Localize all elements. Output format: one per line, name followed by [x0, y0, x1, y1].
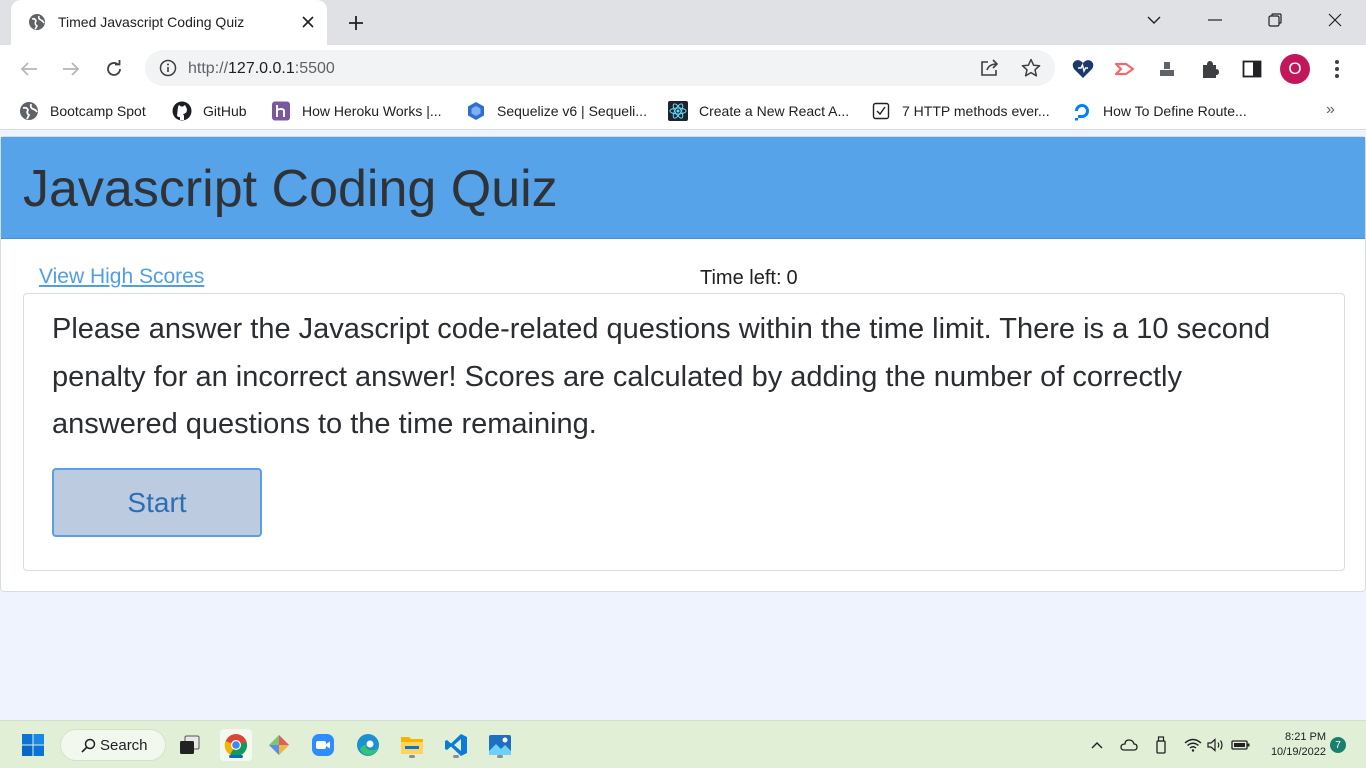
- bookmark-item[interactable]: How To Define Route...: [1072, 100, 1247, 122]
- heroku-icon: [271, 101, 291, 121]
- battery-icon[interactable]: [1230, 735, 1252, 755]
- clock-date: 10/19/2022: [1270, 746, 1326, 758]
- extension-arrow-icon[interactable]: [1112, 56, 1138, 82]
- zoom-taskbar-icon[interactable]: [307, 729, 339, 761]
- browser-tab[interactable]: Timed Javascript Coding Quiz: [11, 0, 327, 45]
- file-explorer-taskbar-icon[interactable]: [396, 729, 428, 761]
- extension-heart-icon[interactable]: [1070, 56, 1096, 82]
- open-indicator: [409, 755, 415, 758]
- start-button[interactable]: Start: [52, 468, 262, 537]
- page-title: Javascript Coding Quiz: [23, 160, 558, 218]
- chrome-taskbar-icon[interactable]: [220, 729, 252, 761]
- usb-device-icon[interactable]: [1150, 735, 1172, 755]
- browser-toolbar: http://127.0.0.1:5500 O: [0, 45, 1366, 92]
- taskbar-search[interactable]: Search: [60, 729, 166, 761]
- tab-strip: Timed Javascript Coding Quiz: [0, 0, 1366, 45]
- checkbox-icon: [871, 101, 891, 121]
- globe-icon: [28, 13, 46, 31]
- volume-icon[interactable]: [1205, 735, 1227, 755]
- bookmark-item[interactable]: Create a New React A...: [668, 100, 849, 122]
- digitalocean-icon: [1072, 101, 1092, 121]
- search-label: Search: [100, 736, 148, 754]
- onedrive-cloud-icon[interactable]: [1118, 735, 1140, 755]
- show-hidden-icons-chevron-icon[interactable]: [1086, 735, 1108, 755]
- restore-icon[interactable]: [1260, 8, 1290, 32]
- bookmark-item[interactable]: Sequelize v6 | Sequeli...: [466, 100, 647, 122]
- vscode-taskbar-icon[interactable]: [440, 729, 472, 761]
- notification-badge[interactable]: 7: [1330, 737, 1346, 753]
- bookmark-star-icon[interactable]: [1020, 57, 1042, 79]
- back-arrow-icon[interactable]: [16, 56, 42, 82]
- forward-arrow-icon[interactable]: [58, 56, 84, 82]
- address-bar[interactable]: http://127.0.0.1:5500: [145, 50, 1055, 86]
- extensions-puzzle-icon[interactable]: [1197, 56, 1223, 82]
- wifi-icon[interactable]: [1182, 735, 1204, 755]
- kebab-menu-icon[interactable]: [1324, 56, 1350, 82]
- site-info-icon[interactable]: [159, 59, 177, 77]
- bookmark-item[interactable]: GitHub: [172, 100, 247, 122]
- bookmark-item[interactable]: How Heroku Works |...: [271, 100, 442, 122]
- search-icon: [81, 738, 96, 753]
- reload-icon[interactable]: [101, 56, 127, 82]
- quiz-instructions: Please answer the Javascript code-relate…: [52, 313, 1271, 440]
- side-panel-icon[interactable]: [1239, 56, 1265, 82]
- timer-value: 0: [786, 267, 798, 289]
- minimize-icon[interactable]: [1200, 8, 1230, 32]
- page-header: Javascript Coding Quiz: [1, 137, 1365, 239]
- tab-search-chevron-icon[interactable]: [1139, 8, 1169, 32]
- open-indicator: [453, 755, 459, 758]
- tab-title: Timed Javascript Coding Quiz: [58, 14, 245, 30]
- github-icon: [172, 101, 192, 121]
- active-indicator: [229, 755, 243, 758]
- bookmarks-overflow-icon[interactable]: »: [1326, 101, 1335, 119]
- gitkraken-taskbar-icon[interactable]: [263, 729, 295, 761]
- edge-taskbar-icon[interactable]: [352, 729, 384, 761]
- bookmark-item[interactable]: Bootcamp Spot: [19, 100, 146, 122]
- url-text: http://127.0.0.1:5500: [188, 60, 335, 77]
- page-viewport: Javascript Coding Quiz View High Scores …: [0, 136, 1366, 720]
- profile-avatar[interactable]: O: [1280, 54, 1310, 84]
- clock-time: 8:21 PM: [1285, 731, 1326, 743]
- view-high-scores-link[interactable]: View High Scores: [39, 265, 204, 289]
- quiz-card: Please answer the Javascript code-relate…: [23, 293, 1345, 571]
- close-window-icon[interactable]: [1320, 8, 1350, 32]
- task-view-icon[interactable]: [174, 729, 206, 761]
- share-icon[interactable]: [979, 57, 1001, 79]
- sequelize-icon: [466, 101, 486, 121]
- react-icon: [668, 101, 688, 121]
- photos-taskbar-icon[interactable]: [484, 729, 516, 761]
- system-clock[interactable]: 8:21 PM 10/19/2022: [1256, 730, 1326, 760]
- bookmarks-bar: Bootcamp Spot GitHub How Heroku Works |.…: [0, 92, 1366, 130]
- close-tab-icon[interactable]: [297, 11, 319, 33]
- taskbar: Search 8:21 PM 10/19/2022 7: [0, 720, 1366, 768]
- quiz-container: Javascript Coding Quiz View High Scores …: [0, 136, 1366, 592]
- open-indicator: [497, 755, 503, 758]
- timer: Time left: 0: [700, 267, 798, 290]
- timer-label: Time left:: [700, 267, 782, 289]
- globe-icon: [19, 101, 39, 121]
- new-tab-icon[interactable]: [343, 10, 369, 36]
- extension-download-icon[interactable]: [1154, 56, 1180, 82]
- windows-start-icon[interactable]: [17, 729, 49, 761]
- bookmark-item[interactable]: 7 HTTP methods ever...: [871, 100, 1050, 122]
